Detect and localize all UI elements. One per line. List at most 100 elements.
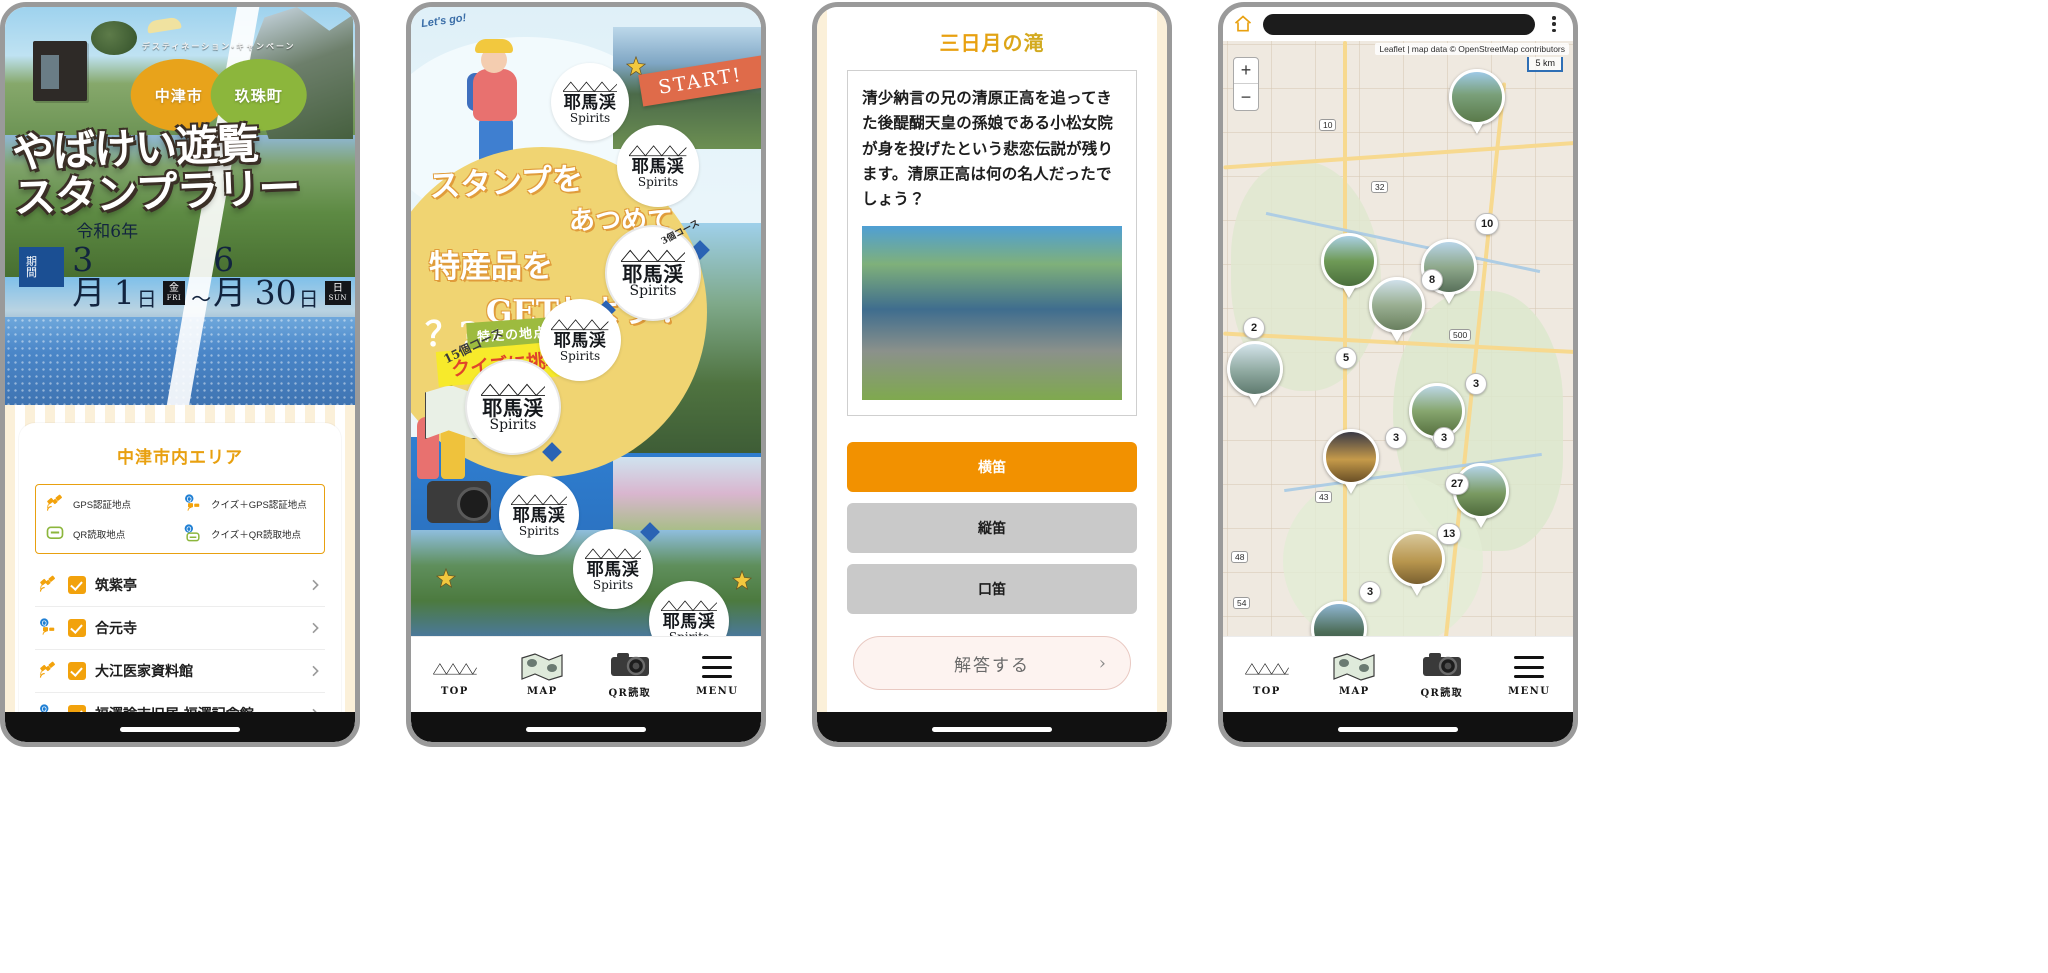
bottom-navigation: TOP MAP QR読取 MENU bbox=[411, 636, 761, 712]
stamp-jp: 耶馬渓 bbox=[563, 93, 617, 114]
map-photo-pin[interactable] bbox=[1227, 341, 1283, 397]
end-month: 6月 bbox=[213, 240, 247, 312]
start-day-unit: 日 bbox=[136, 287, 157, 311]
start-dow-badge: 金 FRI bbox=[162, 281, 186, 305]
end-dow-en: SUN bbox=[328, 293, 347, 302]
quiz-card: 三日月の滝 清少納言の兄の清原正高を追ってきた後醍醐天皇の孫娘である小松女院が身… bbox=[831, 7, 1153, 742]
legend-item-quiz-gps: Q クイズ＋GPS認証地点 bbox=[182, 494, 316, 514]
legend-item-quiz-qr: Q クイズ＋QR読取地点 bbox=[182, 524, 316, 544]
map-cluster-badge[interactable]: 3 bbox=[1433, 427, 1455, 449]
legend-item-gps: GPS認証地点 bbox=[44, 494, 178, 514]
start-dow-en: FRI bbox=[166, 293, 182, 302]
spot-checkbox[interactable] bbox=[68, 705, 86, 712]
home-indicator bbox=[411, 712, 761, 742]
period-tilde: ～ bbox=[191, 287, 212, 311]
stamp-badge[interactable]: 耶馬渓 Spirits bbox=[573, 529, 653, 609]
bottom-navigation: TOP MAP QR読取 MENU bbox=[1223, 636, 1573, 712]
nav-item-top[interactable]: TOP bbox=[1223, 652, 1311, 697]
map-cluster-badge[interactable]: 5 bbox=[1335, 347, 1357, 369]
start-day: 1 bbox=[113, 273, 135, 312]
spot-row-4[interactable]: Q 福澤諭吉旧居・福澤記念館 bbox=[35, 693, 325, 712]
spot-row-3[interactable]: 大江医家資料館 bbox=[35, 650, 325, 693]
stamp-badge[interactable]: 耶馬渓 Spirits bbox=[617, 125, 699, 207]
map-photo-pin[interactable] bbox=[1389, 531, 1445, 587]
address-bar[interactable] bbox=[1263, 13, 1535, 35]
submit-answer-button[interactable]: 解答する › bbox=[853, 636, 1131, 691]
svg-text:Q: Q bbox=[42, 620, 47, 628]
stamp-jp: 耶馬渓 bbox=[512, 506, 566, 527]
stamp-badge[interactable]: 耶馬渓 Spirits bbox=[551, 63, 629, 141]
legend-label-gps: GPS認証地点 bbox=[73, 500, 132, 511]
spot-name: 大江医家資料館 bbox=[95, 662, 193, 679]
legend-label-quiz-gps: クイズ＋GPS認証地点 bbox=[211, 500, 307, 511]
hamburger-icon bbox=[1506, 652, 1552, 682]
stamp-badge[interactable]: 耶馬渓 Spirits bbox=[539, 299, 621, 381]
map-road bbox=[1343, 41, 1347, 636]
zoom-in-button[interactable]: + bbox=[1234, 58, 1258, 84]
hut-photo-element bbox=[33, 41, 87, 101]
answer-option-2[interactable]: 縦笛 bbox=[847, 503, 1137, 554]
spot-checkbox[interactable] bbox=[68, 619, 86, 637]
zoom-out-button[interactable]: − bbox=[1234, 84, 1258, 110]
stamp-en: Spirits bbox=[637, 175, 679, 190]
phone-panel-2: Let's go! START! スタンプを あつめて 特産品を ？? 特定の地… bbox=[406, 2, 766, 747]
stamp-en: Spirits bbox=[592, 578, 634, 593]
quiz-gps-icon: Q bbox=[37, 704, 59, 712]
period-label: 期 間 bbox=[19, 246, 65, 287]
spot-checkbox[interactable] bbox=[68, 662, 86, 680]
map-photo-pin[interactable] bbox=[1449, 69, 1505, 125]
map-cluster-badge[interactable]: 8 bbox=[1421, 269, 1443, 291]
hamburger-icon bbox=[694, 652, 740, 682]
nav-item-qr[interactable]: QR読取 bbox=[1398, 650, 1486, 699]
map-cluster-badge[interactable]: 10 bbox=[1475, 213, 1500, 235]
spot-row-2[interactable]: Q 合元寺 bbox=[35, 607, 325, 650]
map-cluster-badge[interactable]: 3 bbox=[1465, 373, 1487, 395]
map-photo-pin[interactable] bbox=[1369, 277, 1425, 333]
legend-box: GPS認証地点 Q クイズ＋GPS認証地点 QR読取地点 Q クイズ＋QR読取地… bbox=[35, 484, 325, 554]
svg-text:Q: Q bbox=[186, 526, 191, 534]
camera-icon bbox=[1419, 650, 1465, 680]
stamp-badge[interactable]: 耶馬渓 Spirits bbox=[465, 359, 561, 455]
overflow-menu-icon[interactable] bbox=[1545, 14, 1563, 34]
stamp-en: Spirits bbox=[489, 416, 537, 433]
road-shield: 43 bbox=[1315, 491, 1333, 503]
nav-item-map[interactable]: MAP bbox=[1311, 652, 1399, 697]
map-cluster-badge[interactable]: 3 bbox=[1359, 581, 1381, 603]
period-range: 3月 1 日 金 FRI ～ 6月 30 日 日 SUN bbox=[72, 243, 355, 309]
map-photo-pin[interactable] bbox=[1323, 429, 1379, 485]
leaflet-map[interactable]: Leaflet | map data © OpenStreetMap contr… bbox=[1223, 41, 1573, 636]
spot-row-1[interactable]: 筑紫亭 bbox=[35, 564, 325, 607]
phone-panel-3: 三日月の滝 清少納言の兄の清原正高を追ってきた後醍醐天皇の孫娘である小松女院が身… bbox=[812, 2, 1172, 747]
answer-option-1[interactable]: 横笛 bbox=[847, 442, 1137, 493]
map-cluster-badge[interactable]: 2 bbox=[1243, 317, 1265, 339]
road-shield: 48 bbox=[1231, 551, 1249, 563]
map-cluster-badge[interactable]: 27 bbox=[1445, 473, 1470, 495]
end-day-unit: 日 bbox=[298, 287, 319, 311]
home-icon[interactable] bbox=[1233, 14, 1253, 34]
end-day: 30 bbox=[254, 273, 297, 312]
stamp-badge-active[interactable]: 3個コース 耶馬渓 Spirits bbox=[605, 219, 702, 321]
map-cluster-badge[interactable]: 13 bbox=[1437, 523, 1462, 545]
quiz-answer-list: 横笛 縦笛 口笛 bbox=[847, 442, 1137, 615]
page-title: 中津市内エリア bbox=[117, 448, 243, 467]
answer-option-3[interactable]: 口笛 bbox=[847, 564, 1137, 615]
stamp-badge[interactable]: 耶馬渓 Spirits bbox=[499, 475, 579, 555]
nav-item-top[interactable]: TOP bbox=[411, 652, 499, 697]
nav-item-qr[interactable]: QR読取 bbox=[586, 650, 674, 699]
chevron-right-icon bbox=[307, 620, 323, 636]
stamp-jp: 耶馬渓 bbox=[482, 395, 544, 420]
nav-item-menu[interactable]: MENU bbox=[1486, 652, 1574, 697]
stamp-jp: 耶馬渓 bbox=[553, 331, 607, 352]
nav-item-map[interactable]: MAP bbox=[499, 652, 587, 697]
campaign-arc-text: デスティネーション・キャンペーン bbox=[141, 42, 296, 51]
hero-title: やばけい遊覧 スタンプラリー bbox=[11, 119, 300, 222]
bridge-icon bbox=[432, 652, 478, 682]
map-photo-pin[interactable] bbox=[1311, 601, 1367, 636]
spot-name: 福澤諭吉旧居・福澤記念館 bbox=[95, 705, 298, 712]
quiz-gps-icon: Q bbox=[182, 494, 204, 514]
spot-checkbox[interactable] bbox=[68, 576, 86, 594]
nav-item-menu[interactable]: MENU bbox=[674, 652, 762, 697]
quiz-gps-icon: Q bbox=[37, 618, 59, 638]
map-cluster-badge[interactable]: 3 bbox=[1385, 427, 1407, 449]
campaign-hero-banner: デスティネーション・キャンペーン 中津市 玖珠町 やばけい遊覧 スタンプラリー … bbox=[5, 7, 355, 405]
